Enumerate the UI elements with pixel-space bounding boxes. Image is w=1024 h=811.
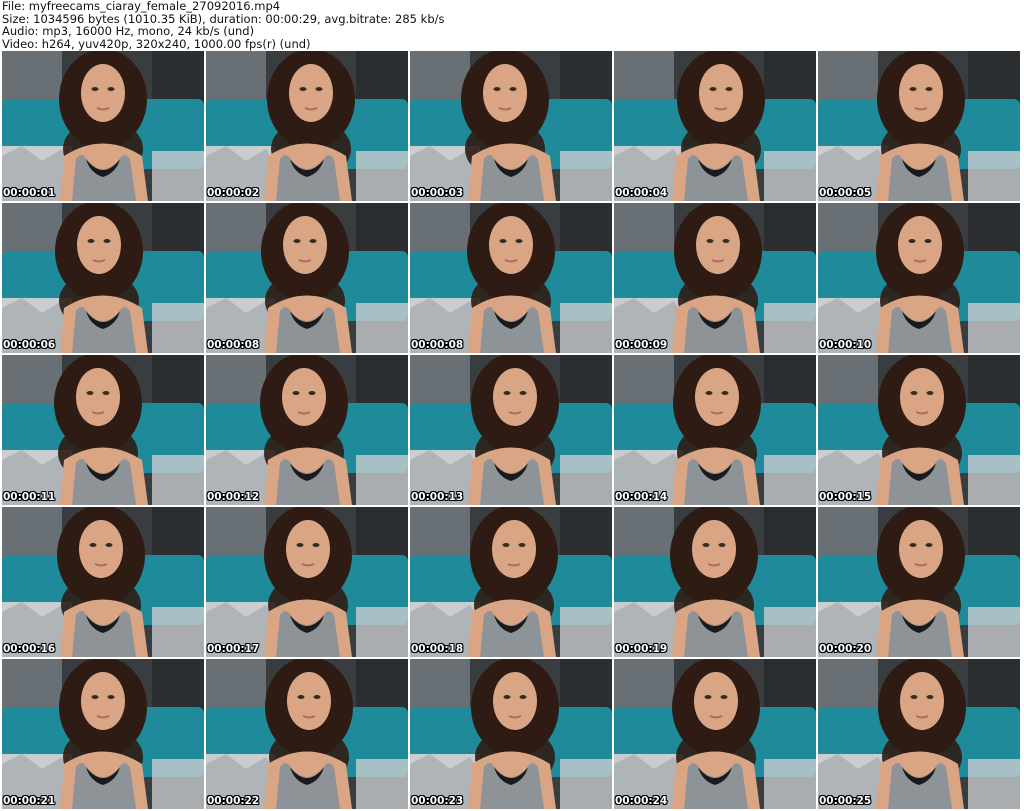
frame-timestamp: 00:00:18 <box>411 643 464 655</box>
file-name-line: File: myfreecams_ciaray_female_27092016.… <box>2 0 281 13</box>
frame-timestamp: 00:00:11 <box>3 491 56 503</box>
frame-image <box>206 203 408 353</box>
frame-image <box>614 51 816 201</box>
video-frame-thumbnail: 00:00:03 <box>410 51 612 201</box>
video-frame-thumbnail: 00:00:21 <box>2 659 204 809</box>
frame-timestamp: 00:00:19 <box>615 643 668 655</box>
frame-timestamp: 00:00:16 <box>3 643 56 655</box>
video-frame-thumbnail: 00:00:10 <box>818 203 1020 353</box>
frame-timestamp: 00:00:03 <box>411 187 464 199</box>
frame-timestamp: 00:00:21 <box>3 795 56 807</box>
frame-image <box>410 355 612 505</box>
frame-image <box>614 355 816 505</box>
video-frame-thumbnail: 00:00:14 <box>614 355 816 505</box>
frame-image <box>206 355 408 505</box>
video-info-line: Video: h264, yuv420p, 320x240, 1000.00 f… <box>2 36 311 51</box>
video-frame-thumbnail: 00:00:13 <box>410 355 612 505</box>
file-info-header: File: myfreecams_ciaray_female_27092016.… <box>2 0 1020 50</box>
audio-info-line: Audio: mp3, 16000 Hz, mono, 24 kb/s (und… <box>2 24 255 39</box>
frame-timestamp: 00:00:08 <box>207 339 260 351</box>
frame-image <box>614 659 816 809</box>
frame-timestamp: 00:00:17 <box>207 643 260 655</box>
frame-image <box>2 51 204 201</box>
frame-timestamp: 00:00:13 <box>411 491 464 503</box>
video-frame-thumbnail: 00:00:05 <box>818 51 1020 201</box>
frame-image <box>410 659 612 809</box>
frame-timestamp: 00:00:06 <box>3 339 56 351</box>
video-frame-thumbnail: 00:00:12 <box>206 355 408 505</box>
frame-image <box>818 355 1020 505</box>
frame-timestamp: 00:00:22 <box>207 795 260 807</box>
frame-timestamp: 00:00:08 <box>411 339 464 351</box>
frame-timestamp: 00:00:05 <box>819 187 872 199</box>
video-frame-thumbnail: 00:00:24 <box>614 659 816 809</box>
frame-timestamp: 00:00:23 <box>411 795 464 807</box>
video-frame-thumbnail: 00:00:19 <box>614 507 816 657</box>
frame-timestamp: 00:00:15 <box>819 491 872 503</box>
frame-image <box>2 203 204 353</box>
video-frame-thumbnail: 00:00:08 <box>206 203 408 353</box>
video-frame-thumbnail: 00:00:08 <box>410 203 612 353</box>
video-frame-thumbnail: 00:00:06 <box>2 203 204 353</box>
frame-timestamp: 00:00:24 <box>615 795 668 807</box>
frame-timestamp: 00:00:10 <box>819 339 872 351</box>
video-frame-thumbnail: 00:00:23 <box>410 659 612 809</box>
video-frame-thumbnail: 00:00:18 <box>410 507 612 657</box>
frame-image <box>410 507 612 657</box>
frame-image <box>206 659 408 809</box>
frame-image <box>818 51 1020 201</box>
video-frame-thumbnail: 00:00:17 <box>206 507 408 657</box>
frame-image <box>410 203 612 353</box>
frame-image <box>206 51 408 201</box>
frame-image <box>614 507 816 657</box>
frame-timestamp: 00:00:25 <box>819 795 872 807</box>
video-frame-thumbnail: 00:00:02 <box>206 51 408 201</box>
video-frame-thumbnail: 00:00:25 <box>818 659 1020 809</box>
video-frame-thumbnail: 00:00:11 <box>2 355 204 505</box>
frame-timestamp: 00:00:14 <box>615 491 668 503</box>
video-frame-thumbnail: 00:00:16 <box>2 507 204 657</box>
frame-timestamp: 00:00:01 <box>3 187 56 199</box>
thumbnail-grid: 00:00:01 00:00:02 00:00:03 00:00:04 00:00:05… <box>2 51 1022 811</box>
frame-image <box>2 355 204 505</box>
frame-image <box>410 51 612 201</box>
video-frame-thumbnail: 00:00:22 <box>206 659 408 809</box>
frame-image <box>614 203 816 353</box>
frame-timestamp: 00:00:02 <box>207 187 260 199</box>
frame-image <box>2 659 204 809</box>
video-frame-thumbnail: 00:00:20 <box>818 507 1020 657</box>
frame-image <box>818 203 1020 353</box>
frame-timestamp: 00:00:09 <box>615 339 668 351</box>
frame-timestamp: 00:00:20 <box>819 643 872 655</box>
frame-image <box>818 507 1020 657</box>
frame-image <box>206 507 408 657</box>
video-frame-thumbnail: 00:00:04 <box>614 51 816 201</box>
frame-image <box>818 659 1020 809</box>
frame-timestamp: 00:00:04 <box>615 187 668 199</box>
frame-image <box>2 507 204 657</box>
video-frame-thumbnail: 00:00:15 <box>818 355 1020 505</box>
video-frame-thumbnail: 00:00:01 <box>2 51 204 201</box>
frame-timestamp: 00:00:12 <box>207 491 260 503</box>
video-frame-thumbnail: 00:00:09 <box>614 203 816 353</box>
